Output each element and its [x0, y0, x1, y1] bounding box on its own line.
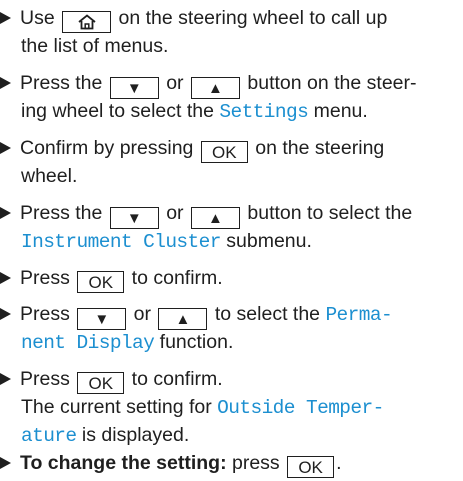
step-text: The current setting for [21, 396, 218, 418]
bullet-triangle-icon [0, 142, 11, 154]
home-icon [78, 14, 96, 30]
step-text: button to select the [241, 202, 413, 224]
step-text: Press [20, 267, 76, 289]
step-heading: To change the setting: [20, 452, 227, 474]
home-button-key [62, 11, 112, 33]
step-text: button on the steer- [241, 72, 417, 94]
step-text: wheel. [21, 165, 78, 187]
step-text: or [128, 303, 157, 325]
step-1: Use on the steering wheel to call up the… [0, 4, 463, 60]
step-text: Press [20, 368, 76, 390]
ok-key: OK [77, 372, 125, 394]
step-text: function. [154, 331, 234, 353]
step-text: is displayed. [76, 424, 190, 446]
step-text: press [226, 452, 286, 474]
period: . [336, 452, 342, 474]
step-text: on the steering wheel to call up [113, 7, 388, 29]
step-7: Press OK to confirm. The current setting… [0, 365, 463, 449]
step-text: the list of menus. [21, 35, 169, 57]
settings-menu-name: Settings [219, 101, 309, 123]
step-text: Press the [20, 72, 108, 94]
bullet-triangle-icon [0, 12, 11, 24]
bullet-triangle-icon [0, 308, 11, 320]
outside-temperature-name: ature [21, 425, 77, 447]
step-text: on the steering [249, 137, 385, 159]
step-text: Use [20, 7, 61, 29]
step-text: or [160, 202, 189, 224]
step-text: to confirm. [126, 267, 223, 289]
step-text: menu. [308, 100, 368, 122]
step-text: or [160, 72, 189, 94]
up-arrow-icon: ▲ [190, 207, 240, 229]
step-text: to confirm. [126, 368, 223, 390]
bullet-triangle-icon [0, 207, 11, 219]
instruction-list: Use on the steering wheel to call up the… [0, 0, 463, 481]
ok-key: OK [77, 271, 125, 293]
permanent-display-menu-name: nent Display [21, 332, 155, 354]
instrument-cluster-menu-name: Instrument Cluster [21, 231, 221, 253]
step-text: Press the [20, 202, 108, 224]
step-3: Confirm by pressing OK on the steering w… [0, 134, 463, 190]
step-text: Confirm by pressing [20, 137, 199, 159]
permanent-display-menu-name: Perma- [325, 304, 393, 326]
step-4: Press the ▼ or ▲ button to select the In… [0, 199, 463, 255]
outside-temperature-name: Outside Temper- [217, 397, 384, 419]
bullet-triangle-icon [0, 457, 11, 469]
step-text: to select the [209, 303, 326, 325]
step-2: Press the ▼ or ▲ button on the steer- in… [0, 69, 463, 125]
step-5: Press OK to confirm. [0, 264, 463, 293]
up-arrow-icon: ▲ [158, 308, 208, 330]
down-arrow-icon: ▼ [109, 207, 159, 229]
bullet-triangle-icon [0, 77, 11, 89]
down-arrow-icon: ▼ [109, 77, 159, 99]
ok-key: OK [287, 456, 335, 478]
bullet-triangle-icon [0, 272, 11, 284]
up-arrow-icon: ▲ [190, 77, 240, 99]
step-text: Press [20, 303, 76, 325]
down-arrow-icon: ▼ [77, 308, 127, 330]
step-8: To change the setting: press OK. [0, 449, 463, 478]
step-text: submenu. [220, 230, 312, 252]
step-6: Press ▼ or ▲ to select the Perma- nent D… [0, 300, 463, 356]
step-text: ing wheel to select the [21, 100, 220, 122]
ok-key: OK [200, 141, 248, 163]
bullet-triangle-icon [0, 373, 11, 385]
